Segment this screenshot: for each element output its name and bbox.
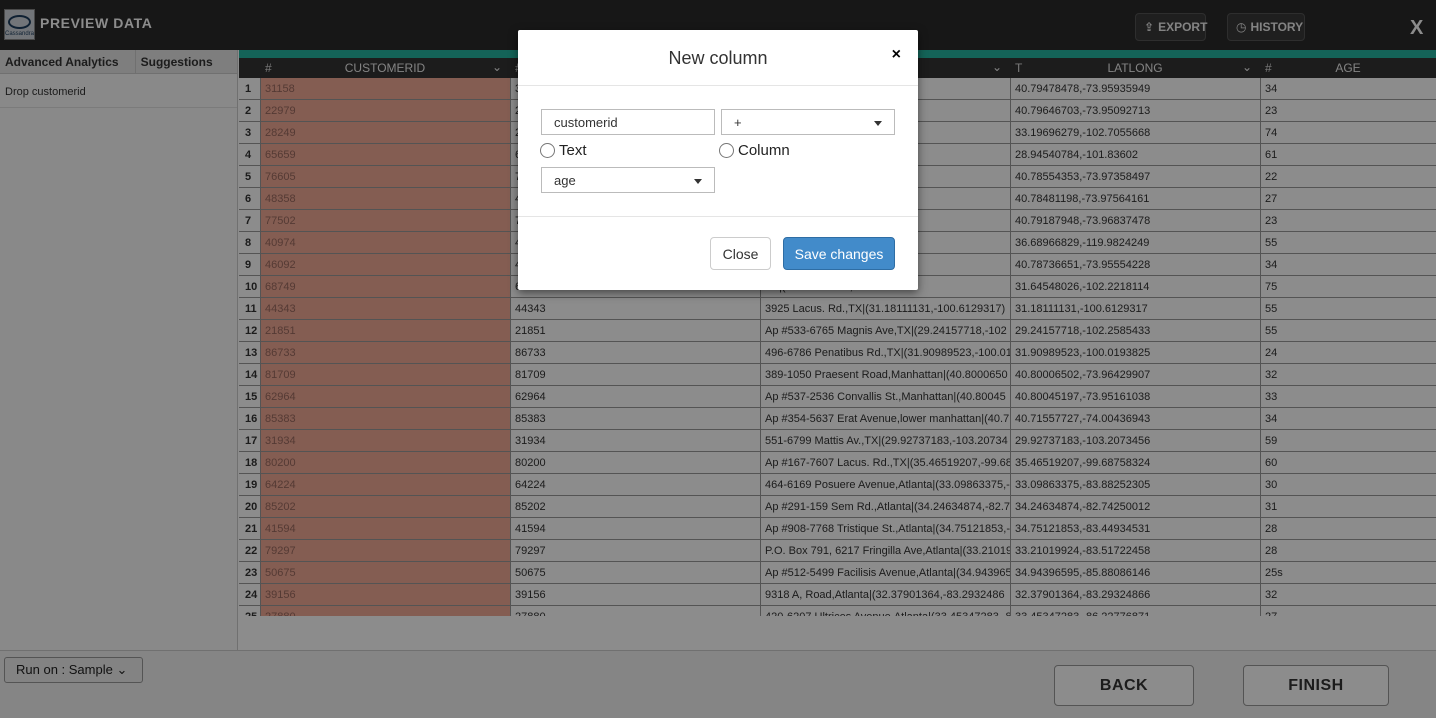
dialog-title: New column [668,48,768,68]
caret-down-icon [874,121,882,126]
radio-column-label: Column [738,142,790,159]
operator-value: + [734,115,742,130]
dialog-footer: Close Save changes [518,216,918,290]
caret-down-icon [694,179,702,184]
close-button[interactable]: Close [710,237,771,270]
new-column-dialog: New column × customerid + Text Column ag… [518,30,918,290]
save-changes-button[interactable]: Save changes [783,237,895,270]
column-name-input[interactable]: customerid [541,109,715,135]
operator-select[interactable]: + [721,109,895,135]
radio-button[interactable] [540,143,555,158]
radio-column-option[interactable]: Column [719,142,790,159]
radio-text-option[interactable]: Text [540,142,587,159]
second-column-select[interactable]: age [541,167,715,193]
second-column-value: age [554,173,576,188]
radio-button[interactable] [719,143,734,158]
close-icon[interactable]: × [892,46,901,64]
dialog-header: New column × [518,30,918,86]
radio-text-label: Text [559,142,587,159]
